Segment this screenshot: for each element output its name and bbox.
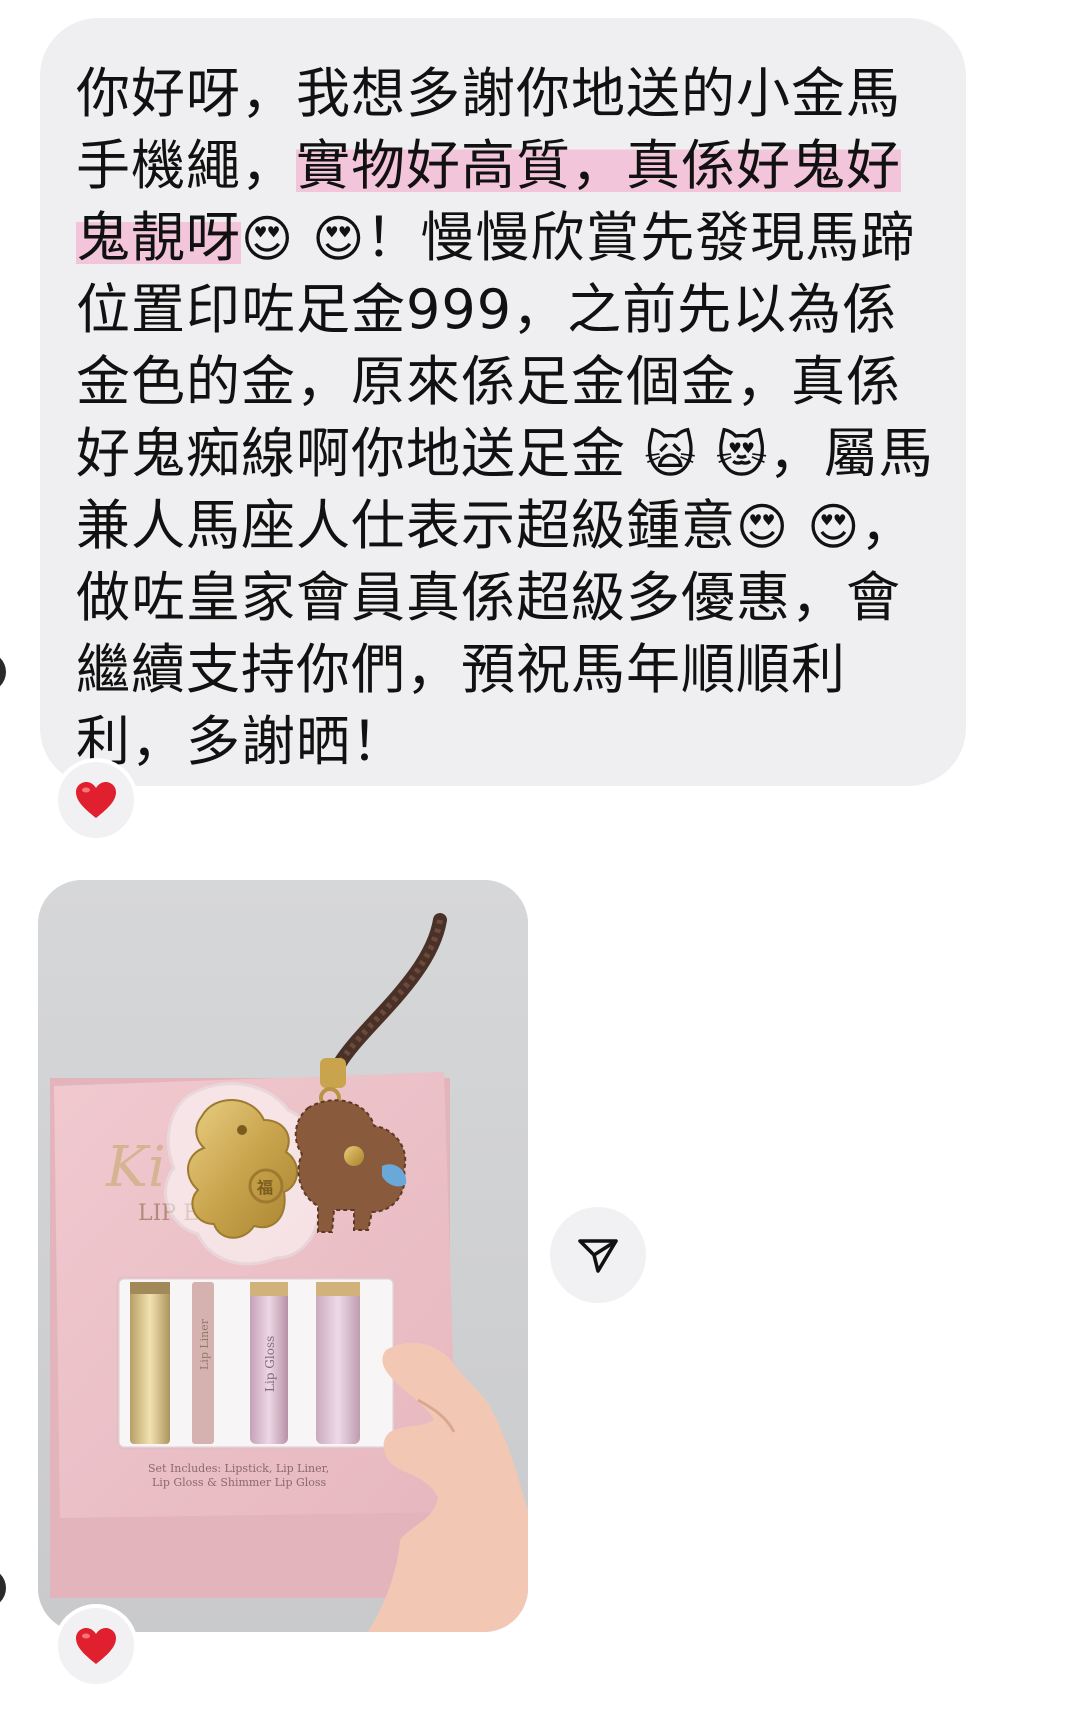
share-button[interactable] <box>550 1207 646 1303</box>
heart-eyes-emoji: 😍 <box>312 210 366 268</box>
heart-eyes-emoji: 😍 <box>241 210 295 268</box>
sender-avatar[interactable] <box>0 652 6 692</box>
set-includes-line2: Lip Gloss & Shimmer Lip Gloss <box>152 1476 327 1489</box>
set-includes-line1: Set Includes: Lipstick, Lip Liner, <box>148 1462 329 1475</box>
heart-icon <box>76 782 116 818</box>
photo-message[interactable]: Ki LIP ESS Lip Liner Lip Gloss Set Inclu… <box>38 880 528 1632</box>
send-icon <box>578 1239 618 1273</box>
photo-reaction[interactable] <box>54 1604 138 1688</box>
charm-character: 福 <box>256 1178 273 1197</box>
sender-avatar-photo[interactable] <box>0 1568 6 1608</box>
message-reaction[interactable] <box>54 758 138 842</box>
weary-cat-emoji: 🙀 <box>644 426 698 484</box>
heart-eyes-emoji: 😍 <box>736 498 790 556</box>
heart-eyes-emoji: 😍 <box>807 498 861 556</box>
box-script-logo: Ki <box>105 1135 166 1200</box>
heart-eyes-cat-emoji: 😻 <box>715 426 769 484</box>
message-bubble[interactable]: 你好呀，我想多謝你地送的小金馬手機繩，實物好高質，真係好鬼好鬼靚呀😍 😍！慢慢欣… <box>40 18 966 786</box>
message-text: 你好呀，我想多謝你地送的小金馬手機繩，實物好高質，真係好鬼好鬼靚呀😍 😍！慢慢欣… <box>76 58 936 778</box>
heart-icon <box>76 1628 116 1664</box>
